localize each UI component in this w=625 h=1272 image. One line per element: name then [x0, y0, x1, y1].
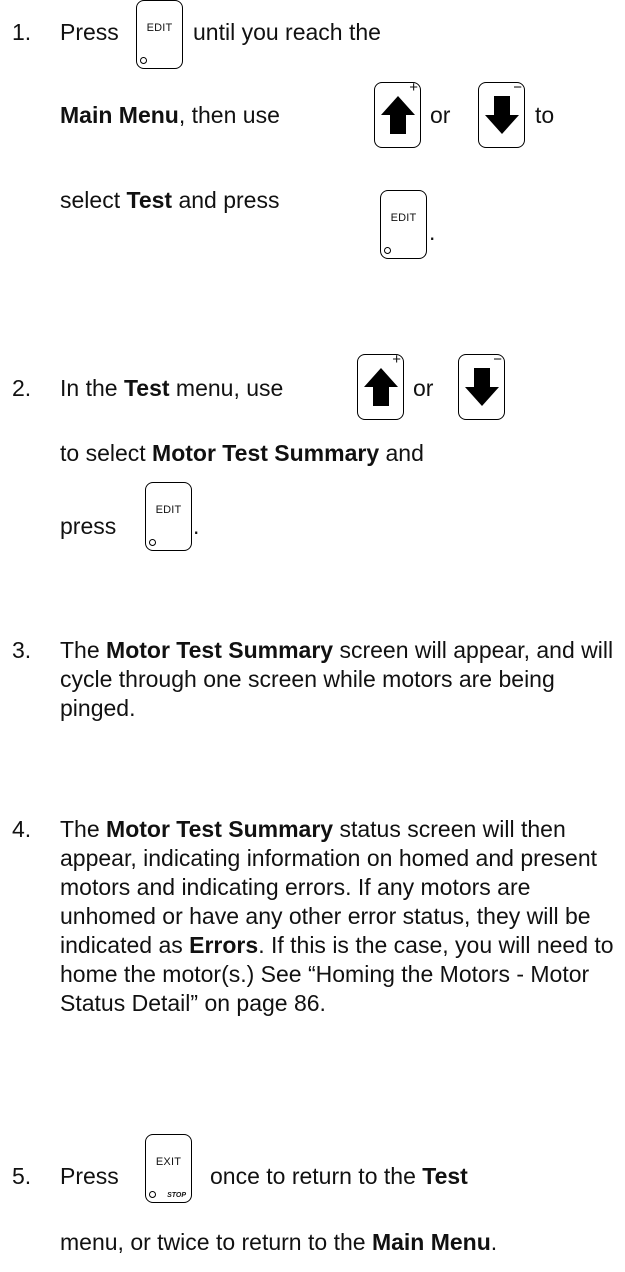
errors-term: Errors [189, 932, 259, 958]
exit-key-label: EXIT [155, 1156, 182, 1168]
step-5-line1: once to return to the Test [210, 1163, 468, 1189]
led-indicator-icon [140, 57, 147, 64]
edit-key[interactable]: EDIT [380, 190, 427, 259]
step-1-period: . [429, 219, 436, 245]
step-2-number: 2. [12, 375, 32, 401]
down-key[interactable]: − [478, 79, 525, 148]
led-indicator-icon [149, 1191, 156, 1198]
exit-key[interactable]: EXIT STOP [145, 1134, 192, 1203]
step-2-line1: In the Test menu, use [60, 375, 284, 401]
step-3-text: The Motor Test Summary screen will appea… [60, 637, 614, 721]
led-indicator-icon [384, 247, 391, 254]
step-1-until: until you reach the [193, 19, 381, 45]
step-1-line2: Main Menu, then use [60, 102, 280, 128]
step-1-press: Press [60, 19, 119, 45]
up-key[interactable]: + [357, 351, 404, 420]
main-menu-term: Main Menu [60, 102, 179, 128]
edit-key-label: EDIT [390, 212, 417, 224]
down-key[interactable]: − [458, 351, 505, 420]
step-2-period: . [193, 513, 200, 539]
step-5-number: 5. [12, 1163, 32, 1189]
up-key[interactable]: + [374, 79, 421, 148]
plus-sign: + [392, 351, 401, 368]
down-arrow-icon [485, 96, 519, 134]
step-2-press: press [60, 513, 117, 539]
edit-key-label: EDIT [155, 504, 182, 516]
led-indicator-icon [149, 539, 156, 546]
edit-key[interactable]: EDIT [136, 0, 183, 69]
edit-key[interactable]: EDIT [145, 482, 192, 551]
step-1-line3: select Test and press [60, 187, 280, 213]
step-5-press: Press [60, 1163, 119, 1189]
stop-label: STOP [167, 1192, 186, 1199]
minus-sign: − [493, 351, 502, 368]
step-1-number: 1. [12, 19, 32, 45]
step-1-to: to [535, 102, 555, 128]
step-5-line2: menu, or twice to return to the Main Men… [60, 1229, 498, 1255]
step-4-text: The Motor Test Summary status screen wil… [60, 816, 614, 1016]
plus-sign: + [409, 79, 418, 96]
up-arrow-icon [381, 96, 415, 134]
step-3-number: 3. [12, 637, 32, 663]
step-1-or: or [430, 102, 451, 128]
up-arrow-icon [364, 368, 398, 406]
edit-key-label: EDIT [146, 22, 173, 34]
minus-sign: − [513, 79, 522, 96]
down-arrow-icon [465, 368, 499, 406]
step-2-or: or [413, 375, 434, 401]
step-4-number: 4. [12, 816, 32, 842]
step-2-line2: to select Motor Test Summary and [60, 440, 424, 466]
